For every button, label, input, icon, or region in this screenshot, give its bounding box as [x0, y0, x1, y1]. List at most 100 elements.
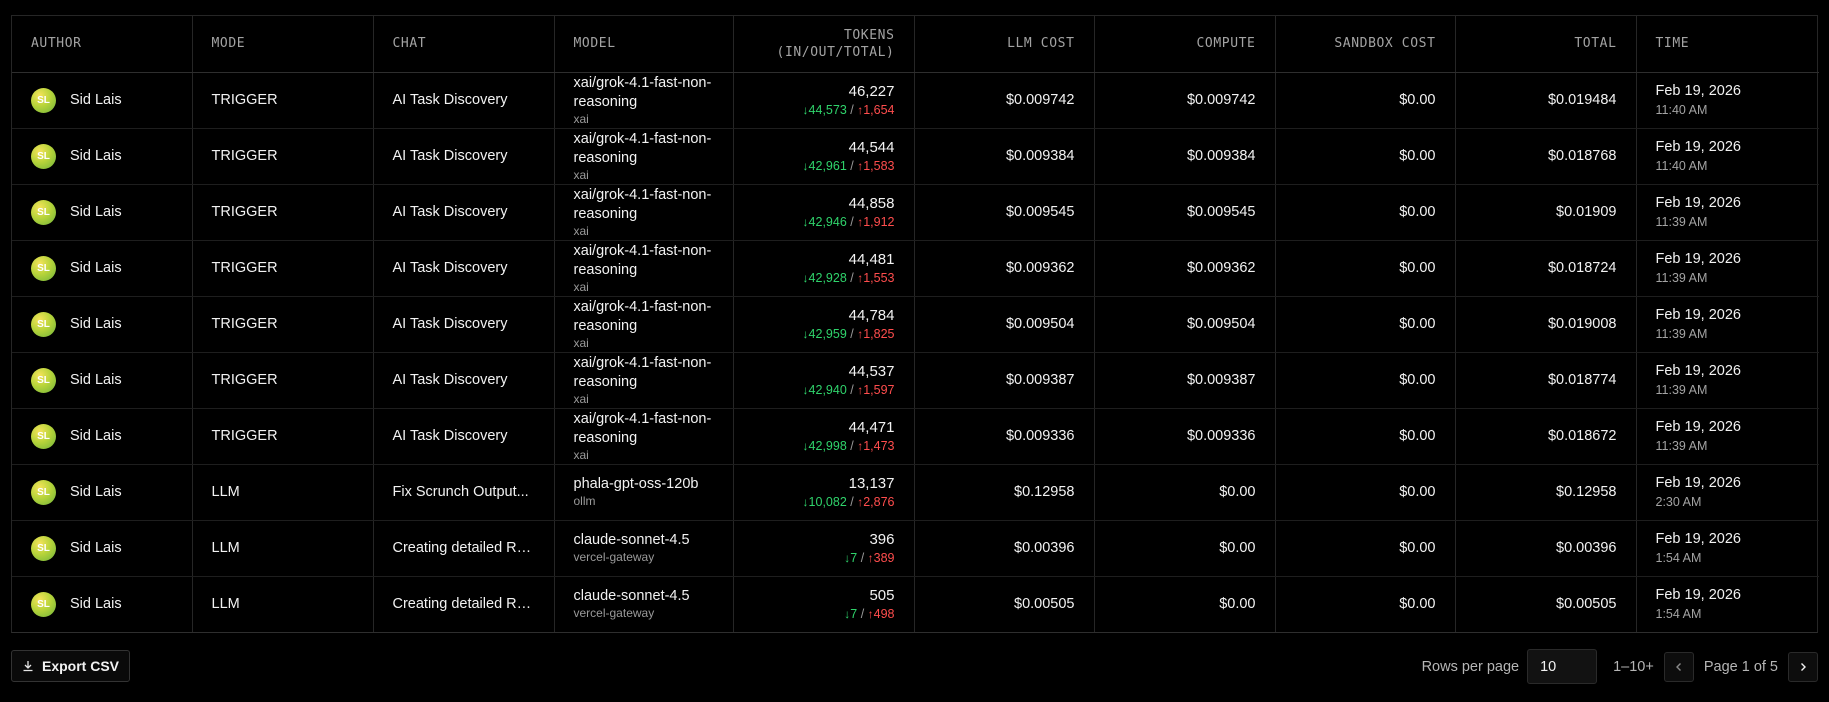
- tokens-in: ↓42,928: [803, 271, 851, 285]
- table-row[interactable]: SL Sid Lais LLM Creating detailed RE... …: [12, 520, 1819, 577]
- col-author[interactable]: AUTHOR: [12, 16, 193, 73]
- table-row[interactable]: SL Sid Lais TRIGGER AI Task Discovery xa…: [12, 240, 1819, 297]
- next-page-button[interactable]: [1788, 651, 1818, 682]
- time-hour: 11:39 AM: [1655, 438, 1708, 453]
- tokens-in: ↓7: [844, 551, 860, 565]
- model-cell: xai/grok-4.1-fast-non-reasoning xai: [554, 240, 734, 297]
- avatar: SL: [31, 199, 56, 225]
- llm-cost-cell: $0.009362: [914, 240, 1095, 297]
- table-row[interactable]: SL Sid Lais TRIGGER AI Task Discovery xa…: [12, 296, 1819, 353]
- mode-cell: TRIGGER: [192, 128, 374, 185]
- tokens-cell: 44,858 ↓42,946 / ↑1,912: [733, 184, 915, 241]
- table-row[interactable]: SL Sid Lais TRIGGER AI Task Discovery xa…: [12, 352, 1819, 409]
- tokens-breakdown: ↓10,082 / ↑2,876: [753, 494, 895, 510]
- mode-cell: TRIGGER: [192, 240, 374, 297]
- chat-link[interactable]: Fix Scrunch Output...: [373, 464, 555, 521]
- col-compute[interactable]: COMPUTE: [1094, 16, 1276, 73]
- total-cell: $0.018672: [1455, 408, 1637, 465]
- tokens-in-value: 42,998: [808, 439, 847, 453]
- model-name: xai/grok-4.1-fast-non-reasoning: [573, 242, 712, 278]
- author-name: Sid Lais: [70, 204, 122, 220]
- sandbox-cost-cell: $0.00: [1275, 464, 1456, 521]
- tokens-cell: 505 ↓7 / ↑498: [733, 576, 915, 632]
- tokens-out: ↑1,553: [857, 271, 894, 285]
- model-cell: xai/grok-4.1-fast-non-reasoning xai: [554, 184, 734, 241]
- model-provider: vercel-gateway: [573, 606, 655, 621]
- author-cell: SL Sid Lais: [12, 128, 193, 185]
- author-name: Sid Lais: [70, 316, 122, 332]
- tokens-in-value: 42,946: [808, 215, 847, 229]
- rows-per-page-label: Rows per page: [1421, 658, 1520, 675]
- time-hour: 11:39 AM: [1655, 214, 1708, 229]
- author: SL Sid Lais: [31, 311, 173, 337]
- avatar: SL: [31, 479, 56, 505]
- chat-link[interactable]: AI Task Discovery: [373, 240, 555, 297]
- col-chat[interactable]: CHAT: [373, 16, 555, 73]
- author: SL Sid Lais: [31, 87, 173, 113]
- chat-link[interactable]: AI Task Discovery: [373, 128, 555, 185]
- tokens-in: ↓42,998: [803, 439, 851, 453]
- table-row[interactable]: SL Sid Lais LLM Creating detailed RE... …: [12, 576, 1819, 632]
- total-cell: $0.01909: [1455, 184, 1637, 241]
- col-mode[interactable]: MODE: [192, 16, 374, 73]
- tokens-breakdown: ↓42,961 / ↑1,583: [753, 158, 895, 174]
- col-time[interactable]: TIME: [1636, 16, 1819, 73]
- avatar: SL: [31, 591, 56, 617]
- rows-per-page-input[interactable]: [1527, 649, 1598, 684]
- time-hour: 1:54 AM: [1655, 550, 1702, 565]
- table-row[interactable]: SL Sid Lais LLM Fix Scrunch Output... ph…: [12, 464, 1819, 521]
- compute-cell: $0.009384: [1094, 128, 1276, 185]
- tokens-total: 44,471: [848, 419, 895, 436]
- model-cell: xai/grok-4.1-fast-non-reasoning xai: [554, 408, 734, 465]
- tokens-out-value: 1,825: [863, 327, 895, 341]
- avatar: SL: [31, 143, 56, 169]
- col-total[interactable]: TOTAL: [1455, 16, 1637, 73]
- model-provider: xai: [573, 447, 589, 462]
- model-name: xai/grok-4.1-fast-non-reasoning: [573, 354, 712, 390]
- model-cell: phala-gpt-oss-120b ollm: [554, 464, 734, 521]
- chat-link[interactable]: AI Task Discovery: [373, 184, 555, 241]
- author-cell: SL Sid Lais: [12, 408, 193, 465]
- author-cell: SL Sid Lais: [12, 464, 193, 521]
- chat-link[interactable]: AI Task Discovery: [373, 408, 555, 465]
- time-hour: 11:39 AM: [1655, 270, 1708, 285]
- col-sandbox-cost[interactable]: SANDBOX COST: [1275, 16, 1456, 73]
- tokens-out-value: 1,473: [863, 439, 895, 453]
- tokens-in: ↓10,082: [803, 495, 851, 509]
- compute-cell: $0.009545: [1094, 184, 1276, 241]
- time-cell: Feb 19, 2026 1:54 AM: [1636, 576, 1819, 632]
- chat-link[interactable]: AI Task Discovery: [373, 296, 555, 353]
- tokens-in-value: 7: [850, 551, 858, 565]
- tokens-out: ↑1,473: [857, 439, 894, 453]
- tokens-separator: /: [860, 551, 868, 565]
- export-csv-button[interactable]: Export CSV: [11, 650, 130, 682]
- prev-page-button[interactable]: [1663, 651, 1694, 682]
- avatar: SL: [31, 255, 56, 281]
- tokens-in: ↓44,573: [803, 103, 851, 117]
- llm-cost-cell: $0.00505: [914, 576, 1095, 632]
- chat-link[interactable]: AI Task Discovery: [373, 352, 555, 409]
- table-row[interactable]: SL Sid Lais TRIGGER AI Task Discovery xa…: [12, 184, 1819, 241]
- tokens-out-value: 498: [873, 607, 895, 622]
- table-row[interactable]: SL Sid Lais TRIGGER AI Task Discovery xa…: [12, 72, 1819, 129]
- total-cell: $0.019484: [1455, 72, 1637, 129]
- author-name: Sid Lais: [70, 260, 122, 276]
- chat-link[interactable]: Creating detailed RE...: [373, 576, 555, 632]
- chat-link[interactable]: AI Task Discovery: [373, 72, 555, 129]
- tokens-out-value: 2,876: [863, 495, 895, 509]
- time-hour: 2:30 AM: [1655, 494, 1702, 509]
- col-tokens[interactable]: TOKENS (IN/OUT/TOTAL): [733, 16, 915, 73]
- author: SL Sid Lais: [31, 479, 173, 505]
- table-row[interactable]: SL Sid Lais TRIGGER AI Task Discovery xa…: [12, 128, 1819, 185]
- tokens-out: ↑1,597: [857, 383, 894, 397]
- time-date: Feb 19, 2026: [1655, 250, 1741, 267]
- chat-link[interactable]: Creating detailed RE...: [373, 520, 555, 577]
- model-name: xai/grok-4.1-fast-non-reasoning: [573, 298, 712, 334]
- avatar: SL: [31, 87, 56, 113]
- download-icon: [23, 661, 33, 672]
- table-row[interactable]: SL Sid Lais TRIGGER AI Task Discovery xa…: [12, 408, 1819, 465]
- compute-cell: $0.009387: [1094, 352, 1276, 409]
- col-llm-cost[interactable]: LLM COST: [914, 16, 1095, 73]
- col-model[interactable]: MODEL: [554, 16, 734, 73]
- mode-cell: TRIGGER: [192, 184, 374, 241]
